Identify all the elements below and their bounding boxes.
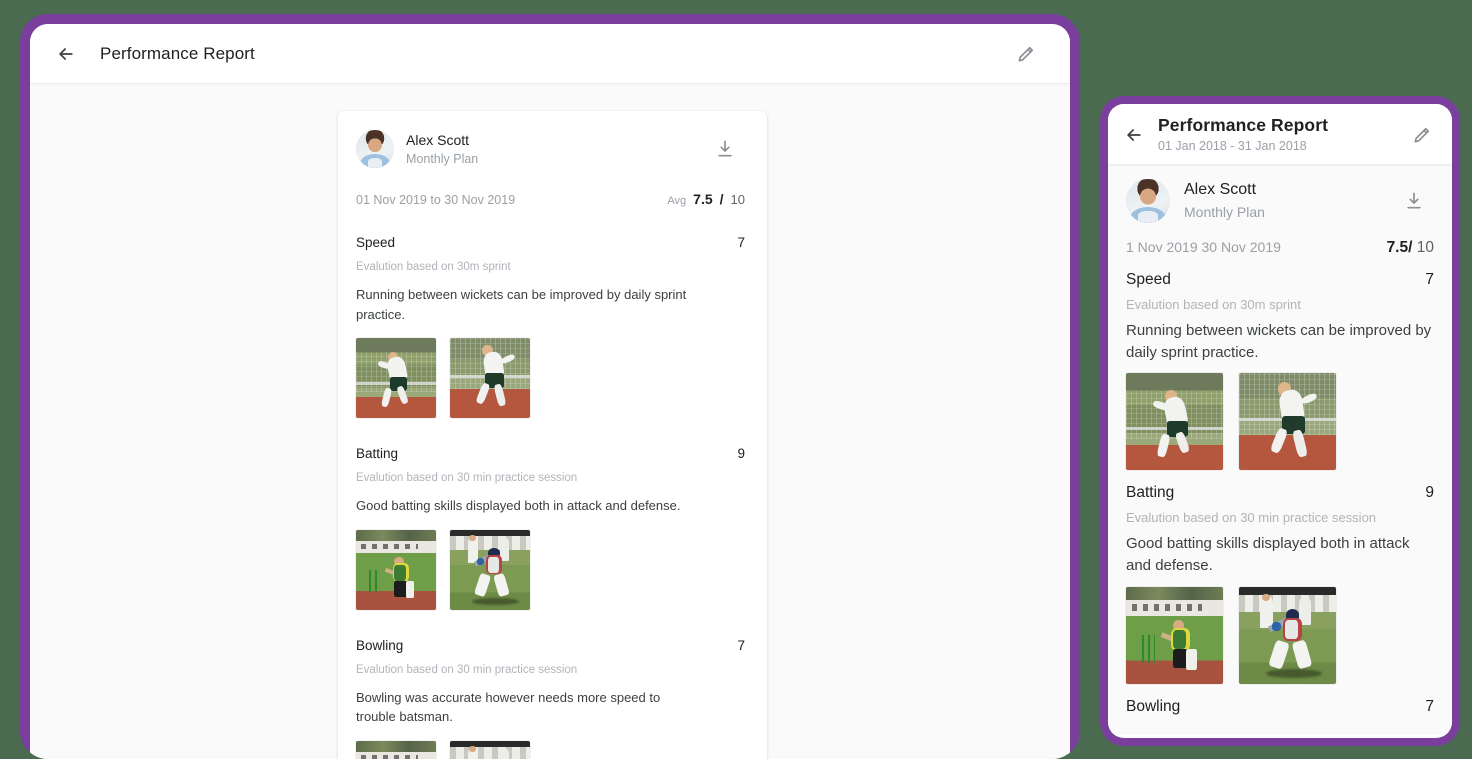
edit-button[interactable] <box>1406 119 1438 151</box>
mobile-app-bar: Performance Report 01 Jan 2018 - 31 Jan … <box>1108 104 1452 165</box>
report-date-range: 01 Nov 2019 to 30 Nov 2019 <box>356 193 516 207</box>
avatar <box>1126 178 1170 223</box>
average-max: 10 <box>1416 238 1434 256</box>
athlete-plan: Monthly Plan <box>406 151 479 166</box>
cricket-batsman-photo-a[interactable] <box>356 529 436 610</box>
section-title: Batting <box>1126 484 1175 502</box>
section-score: 7 <box>737 235 745 250</box>
athlete-header: Alex Scott Monthly Plan <box>356 129 745 169</box>
report-section-speed: Speed 7 Evalution based on 30m sprint Ru… <box>1126 271 1434 471</box>
mobile-screen: Performance Report 01 Jan 2018 - 31 Jan … <box>1108 104 1452 738</box>
arrow-left-icon <box>56 44 76 64</box>
section-note: Good batting skills displayed both in at… <box>356 498 681 513</box>
section-subtitle: Evalution based on 30m sprint <box>356 261 511 273</box>
screenshot-stage: Performance Report Alex Scott Monthly Pl… <box>0 0 1472 759</box>
report-section-bowling: Bowling 7 <box>1126 698 1434 716</box>
performance-report-card: Alex Scott Monthly Plan 01 Nov 2019 to 3… <box>338 111 767 759</box>
section-title: Speed <box>356 235 396 250</box>
cricket-batsman-photo-b[interactable] <box>450 740 530 759</box>
page-title: Performance Report <box>100 43 255 63</box>
section-score: 7 <box>1425 270 1434 288</box>
sprinter-on-track-photo-a[interactable] <box>356 338 436 418</box>
desktop-content-area: Alex Scott Monthly Plan 01 Nov 2019 to 3… <box>30 85 1070 759</box>
average-label: Avg <box>667 195 687 207</box>
section-score: 9 <box>1425 484 1434 502</box>
mobile-content-area: Alex Scott Monthly Plan 1 Nov 2019 30 No… <box>1108 164 1452 735</box>
athlete-plan: Monthly Plan <box>1184 204 1265 221</box>
page-title: Performance Report <box>1158 115 1329 135</box>
desktop-device-frame: Performance Report Alex Scott Monthly Pl… <box>20 14 1080 759</box>
arrow-left-icon <box>1124 125 1144 145</box>
average-value: 7.5 <box>1386 238 1409 256</box>
section-note: Running between wickets can be improved … <box>1126 321 1432 361</box>
desktop-screen: Performance Report Alex Scott Monthly Pl… <box>30 24 1070 759</box>
report-meta-row: 01 Nov 2019 to 30 Nov 2019 Avg 7.5 / 10 <box>356 191 745 207</box>
athlete-name: Alex Scott <box>1184 181 1257 199</box>
cricket-batsman-photo-a[interactable] <box>1126 586 1223 684</box>
cricket-batsman-photo-b[interactable] <box>1239 586 1336 684</box>
section-score: 7 <box>1425 697 1434 715</box>
section-photos <box>356 338 745 418</box>
download-icon <box>715 139 735 159</box>
section-title: Batting <box>356 446 399 461</box>
report-meta-row: 1 Nov 2019 30 Nov 2019 7.5/ 10 <box>1126 239 1434 257</box>
download-report-button[interactable] <box>705 129 745 169</box>
section-header: Speed 7 <box>1126 271 1434 289</box>
section-title: Bowling <box>356 637 404 653</box>
average-separator: / <box>1408 238 1413 256</box>
section-photos <box>356 740 745 759</box>
average-score: Avg 7.5 / 10 <box>667 191 745 207</box>
section-header: Bowling 7 <box>356 638 745 653</box>
athlete-name: Alex Scott <box>406 131 470 148</box>
section-note: Bowling was accurate however needs more … <box>356 689 661 725</box>
athlete-header: Alex Scott Monthly Plan <box>1126 178 1434 223</box>
page-subtitle: 01 Jan 2018 - 31 Jan 2018 <box>1158 138 1307 153</box>
section-note: Running between wickets can be improved … <box>356 287 687 322</box>
section-header: Batting 9 <box>1126 484 1434 502</box>
athlete-identity: Alex Scott Monthly Plan <box>1184 180 1265 221</box>
pencil-icon <box>1016 44 1036 64</box>
section-score: 9 <box>737 446 745 461</box>
download-icon <box>1404 191 1424 211</box>
mobile-device-frame: Performance Report 01 Jan 2018 - 31 Jan … <box>1100 96 1460 746</box>
section-photos <box>1126 373 1434 471</box>
section-subtitle: Evalution based on 30 min practice sessi… <box>356 472 578 484</box>
section-title: Speed <box>1126 270 1171 288</box>
section-title: Bowling <box>1126 697 1181 715</box>
section-note: Good batting skills displayed both in at… <box>1126 535 1410 575</box>
cricket-batsman-photo-a[interactable] <box>356 740 436 759</box>
section-photos <box>356 529 745 610</box>
average-separator: / <box>719 191 724 207</box>
report-section-speed: Speed 7 Evalution based on 30m sprint Ru… <box>356 235 745 418</box>
section-score: 7 <box>737 637 745 653</box>
section-header: Batting 9 <box>356 446 745 461</box>
athlete-identity: Alex Scott Monthly Plan <box>406 131 478 168</box>
edit-button[interactable] <box>1006 34 1046 74</box>
back-button[interactable] <box>46 34 86 74</box>
report-section-batting: Batting 9 Evalution based on 30 min prac… <box>356 446 745 610</box>
average-score: 7.5/ 10 <box>1387 239 1434 257</box>
pencil-icon <box>1412 125 1432 145</box>
report-section-bowling: Bowling 7 Evalution based on 30 min prac… <box>356 638 745 759</box>
section-photos <box>1126 586 1434 684</box>
report-section-batting: Batting 9 Evalution based on 30 min prac… <box>1126 484 1434 684</box>
report-date-range: 1 Nov 2019 30 Nov 2019 <box>1126 238 1281 255</box>
back-button[interactable] <box>1118 119 1150 151</box>
desktop-app-bar: Performance Report <box>30 24 1070 84</box>
avatar <box>356 130 394 168</box>
section-subtitle: Evalution based on 30 min practice sessi… <box>1126 510 1377 526</box>
section-header: Speed 7 <box>356 235 745 250</box>
cricket-batsman-photo-b[interactable] <box>450 529 530 610</box>
sprinter-on-track-photo-a[interactable] <box>1126 373 1223 471</box>
section-header: Bowling 7 <box>1126 698 1434 716</box>
download-report-button[interactable] <box>1394 181 1434 221</box>
section-subtitle: Evalution based on 30 min practice sessi… <box>356 663 578 676</box>
section-subtitle: Evalution based on 30m sprint <box>1126 296 1301 312</box>
mobile-title-block: Performance Report 01 Jan 2018 - 31 Jan … <box>1158 115 1406 153</box>
average-value: 7.5 <box>693 191 713 207</box>
sprinter-on-track-photo-b[interactable] <box>1239 373 1336 471</box>
average-max: 10 <box>730 192 745 207</box>
sprinter-on-track-photo-b[interactable] <box>450 338 530 418</box>
